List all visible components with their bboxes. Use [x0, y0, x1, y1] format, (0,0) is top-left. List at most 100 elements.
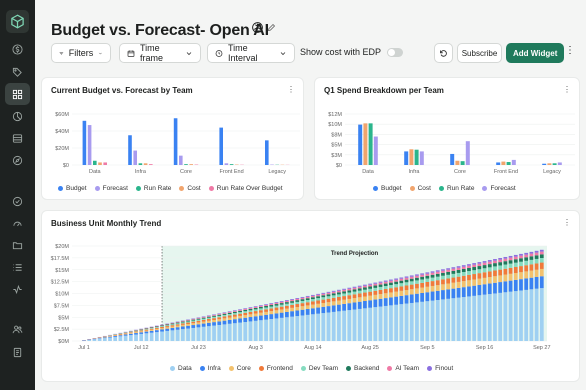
bar-segment-dev-team	[357, 290, 362, 294]
bar-segment-core	[290, 307, 294, 312]
bar-segment-backend	[279, 303, 284, 305]
refresh-button[interactable]	[434, 43, 453, 63]
bar-segment-finout	[342, 288, 346, 290]
bar-segment-finout	[248, 307, 253, 308]
bar-forecast	[224, 163, 229, 165]
budget-forecast-chart: $0 $20M $40M $60M Data Infra Core Front End Lega…	[55, 112, 300, 175]
bar-segment-data	[253, 320, 258, 341]
bar-segment-core	[295, 307, 300, 311]
bar-segment-backend	[352, 289, 357, 292]
widget-kebab-icon[interactable]: ⋮	[563, 86, 571, 94]
bar-segment-infra	[467, 286, 471, 297]
subscribe-button[interactable]: Subscribe	[457, 43, 502, 63]
bar-cost	[189, 164, 193, 165]
bar-segment-ai-team	[461, 266, 466, 269]
bar-segment-dev-team	[232, 313, 237, 315]
bar-segment-core	[409, 289, 414, 295]
sidebar-item-explore[interactable]	[5, 149, 30, 171]
sidebar-item-users[interactable]	[5, 318, 30, 340]
sidebar-item-tables[interactable]	[5, 127, 30, 149]
bar-segment-ai-team	[456, 267, 461, 270]
x-tick-label: Data	[362, 169, 375, 175]
bar-segment-core	[227, 317, 232, 320]
widget-kebab-icon[interactable]: ⋮	[287, 86, 295, 94]
sidebar-item-tags[interactable]	[5, 61, 30, 83]
bar-segment-infra	[186, 325, 190, 329]
bar-segment-dev-team	[461, 272, 466, 276]
bar-segment-data	[206, 326, 211, 341]
bar-segment-data	[290, 316, 294, 341]
sidebar-item-reports[interactable]	[5, 105, 30, 127]
widget-kebab-icon[interactable]: ⋮	[563, 219, 571, 227]
bar-segment-frontend	[139, 330, 144, 332]
bar-segment-core	[196, 322, 201, 325]
bar-segment-frontend	[290, 304, 294, 308]
sidebar-item-activity[interactable]	[5, 278, 30, 300]
bar-segment-finout	[503, 256, 508, 259]
bar-segment-ai-team	[170, 322, 175, 324]
y-tick-label: $12M	[328, 112, 342, 118]
bar-segment-ai-team	[389, 280, 393, 283]
bar-segment-data	[217, 324, 222, 341]
sidebar-item-costs[interactable]	[5, 38, 30, 60]
edp-toggle[interactable]	[387, 47, 404, 57]
bar-segment-data	[300, 315, 305, 341]
bar-segment-frontend	[243, 312, 248, 316]
bar-segment-infra	[446, 289, 451, 299]
bar-segment-core	[373, 294, 378, 300]
bar-segment-infra	[118, 335, 123, 337]
sidebar-item-performance[interactable]	[5, 212, 30, 234]
app-logo[interactable]	[6, 10, 29, 33]
edit-pencil-icon[interactable]	[267, 23, 276, 32]
bar-segment-ai-team	[352, 287, 357, 290]
sidebar-item-checks[interactable]	[5, 190, 30, 212]
bar-segment-data	[430, 300, 435, 341]
legend-label: Forecast	[102, 185, 128, 192]
bar-segment-dev-team	[170, 324, 175, 326]
bar-segment-ai-team	[196, 317, 201, 319]
bar-segment-core	[232, 316, 237, 320]
bar-segment-frontend	[180, 323, 185, 325]
legend-label: Frontend	[266, 365, 293, 372]
time-frame-button[interactable]: Time frame	[119, 43, 201, 63]
bar-segment-finout	[217, 313, 222, 314]
bar-segment-dev-team	[212, 316, 216, 319]
bar-segment-dev-team	[144, 328, 149, 330]
legend-item-run-rate: Run Rate	[438, 185, 474, 192]
bar-segment-finout	[524, 252, 529, 255]
bar-segment-ai-team	[238, 309, 242, 311]
bar-segment-finout	[534, 250, 539, 253]
time-interval-button[interactable]: Time Interval	[207, 43, 295, 63]
sidebar-item-billing[interactable]	[5, 341, 30, 363]
filters-button[interactable]: Filters	[51, 43, 111, 63]
bar-segment-core	[342, 299, 346, 304]
sidebar-item-folders[interactable]	[5, 234, 30, 256]
sidebar-item-dashboards[interactable]	[5, 83, 30, 105]
bar-segment-core	[425, 286, 430, 293]
bar-segment-frontend	[373, 290, 378, 295]
bar-segment-ai-team	[186, 319, 190, 321]
bar-segment-dev-team	[435, 276, 440, 281]
bar-segment-core	[274, 310, 279, 314]
bar-segment-frontend	[118, 334, 123, 335]
sidebar-item-lists[interactable]	[5, 256, 30, 278]
bar-segment-backend	[373, 285, 378, 288]
bar-segment-ai-team	[337, 290, 341, 293]
bar-segment-dev-team	[160, 326, 164, 327]
bar-segment-data	[175, 329, 180, 341]
bar-segment-finout	[373, 282, 378, 284]
bar-segment-dev-team	[269, 306, 274, 309]
bar-segment-backend	[311, 297, 315, 300]
bar-segment-core	[222, 318, 227, 321]
bar-segment-infra	[201, 323, 206, 327]
bar-segment-data	[92, 339, 97, 341]
bar-segment-data	[154, 332, 159, 341]
bar-segment-infra	[128, 333, 133, 336]
bar-segment-frontend	[321, 299, 326, 303]
bar-forecast	[133, 150, 137, 165]
bar-segment-data	[82, 340, 86, 341]
bar-segment-ai-team	[175, 321, 180, 323]
add-widget-button[interactable]: Add Widget	[506, 43, 565, 63]
page-kebab-icon[interactable]: ⋮	[565, 46, 575, 56]
bar-segment-finout	[420, 273, 425, 275]
